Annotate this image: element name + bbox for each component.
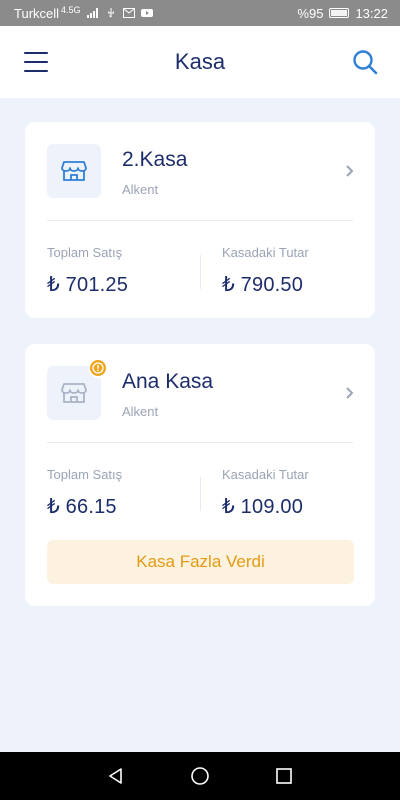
stats-divider (200, 477, 201, 511)
register-header[interactable]: Ana Kasa Alkent (25, 344, 375, 442)
total-sales-label: Toplam Satış (47, 467, 123, 482)
cash-amount-label: Kasadaki Tutar (222, 467, 309, 482)
recents-icon (276, 768, 292, 784)
menu-icon (24, 52, 48, 54)
register-stats: Toplam Satış ₺ 66.15 Kasadaki Tutar ₺ 10… (25, 443, 375, 539)
cash-amount-label: Kasadaki Tutar (222, 245, 309, 260)
cash-amount-value: ₺ 109.00 (222, 496, 304, 518)
total-sales-value: ₺ 701.25 (47, 274, 129, 296)
register-alert-banner[interactable]: Kasa Fazla Verdi (47, 540, 354, 584)
chevron-right-icon[interactable] (345, 386, 355, 400)
home-icon (191, 767, 209, 785)
total-sales: Toplam Satış ₺ 701.25 (47, 245, 128, 297)
store-icon-box (47, 144, 101, 198)
app-bar: Kasa (0, 26, 400, 98)
usb-icon (107, 8, 114, 18)
page-title: Kasa (174, 49, 226, 74)
register-card[interactable]: 2.Kasa Alkent Toplam Satış ₺ 701.25 Kasa… (25, 122, 375, 318)
register-card[interactable]: Ana Kasa Alkent Toplam Satış ₺ 66.15 Kas… (25, 344, 375, 606)
back-icon (109, 768, 122, 784)
network-type: 4.5G (61, 5, 81, 15)
register-name: 2.Kasa (122, 148, 188, 171)
status-bar: Turkcell 4.5G %95 13:22 (0, 0, 400, 26)
back-button[interactable] (105, 765, 127, 787)
register-stats: Toplam Satış ₺ 701.25 Kasadaki Tutar ₺ 7… (25, 221, 375, 317)
total-sales: Toplam Satış ₺ 66.15 (47, 467, 122, 519)
recents-button[interactable] (273, 765, 295, 787)
cash-amount-value: ₺ 790.50 (222, 274, 304, 296)
register-header[interactable]: 2.Kasa Alkent (25, 122, 375, 220)
youtube-icon (140, 9, 153, 17)
search-icon[interactable] (352, 49, 378, 75)
carrier-name: Turkcell (14, 5, 60, 21)
clock: 13:22 (355, 5, 388, 21)
menu-button[interactable] (24, 52, 48, 72)
mail-icon (122, 8, 135, 18)
store-icon (61, 383, 87, 403)
battery-icon (329, 8, 350, 18)
signal-icon (86, 8, 98, 18)
home-button[interactable] (189, 765, 211, 787)
register-location: Alkent (122, 182, 159, 197)
cash-amount: Kasadaki Tutar ₺ 109.00 (222, 467, 309, 519)
register-location: Alkent (122, 404, 159, 419)
stats-divider (200, 255, 201, 289)
total-sales-value: ₺ 66.15 (47, 496, 117, 518)
store-icon (61, 161, 87, 181)
battery-percent: %95 (297, 5, 324, 21)
warning-badge-icon (88, 358, 108, 378)
system-nav-bar (0, 752, 400, 800)
cash-amount: Kasadaki Tutar ₺ 790.50 (222, 245, 309, 297)
chevron-right-icon[interactable] (345, 164, 355, 178)
register-name: Ana Kasa (122, 370, 214, 393)
total-sales-label: Toplam Satış (47, 245, 123, 260)
